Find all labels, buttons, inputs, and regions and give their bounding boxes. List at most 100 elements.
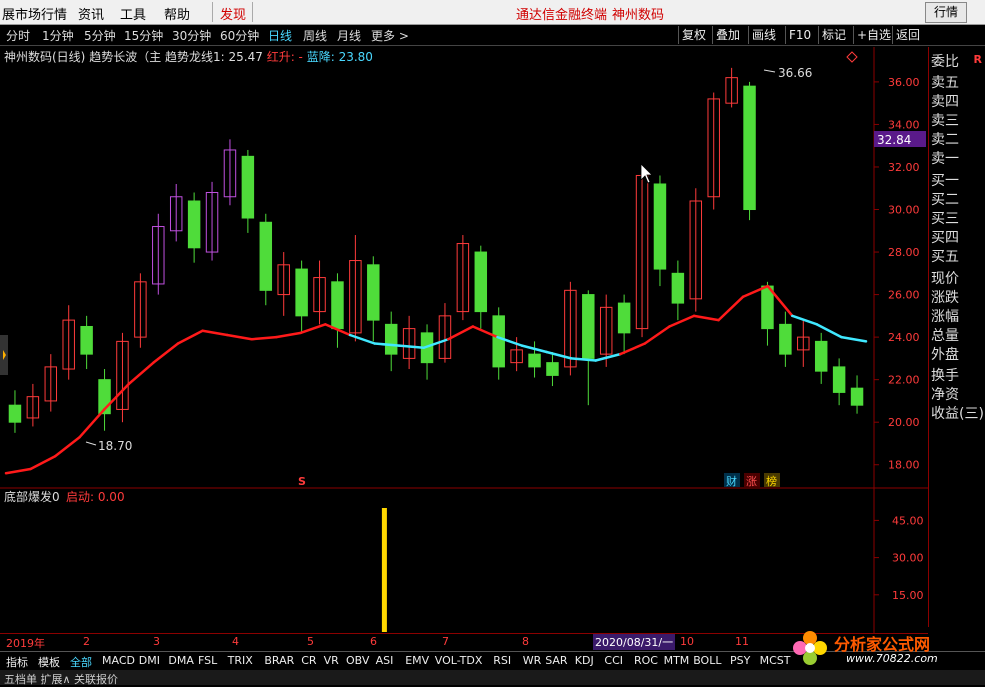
tab-obv[interactable]: OBV <box>346 654 369 667</box>
candle <box>743 81 756 221</box>
candle <box>169 183 183 242</box>
quote-item-bid4[interactable]: 买四 <box>931 227 959 247</box>
tab-asi[interactable]: ASI <box>376 654 394 667</box>
finance-badge[interactable]: 财 <box>726 474 737 488</box>
tab-指标[interactable]: 指标 <box>6 654 28 670</box>
low-annotation: 18.70 <box>98 439 132 453</box>
candle <box>277 252 290 316</box>
tab-brar[interactable]: BRAR <box>264 654 294 667</box>
candle <box>832 358 846 406</box>
tab-cci[interactable]: CCI <box>604 654 623 667</box>
rank-badge[interactable]: 榜 <box>766 474 777 488</box>
trend-segment <box>348 333 376 345</box>
date-label: 3 <box>153 635 160 648</box>
candle <box>116 332 129 423</box>
candle <box>779 311 792 367</box>
tab-wr[interactable]: WR <box>523 654 542 667</box>
y-tick-label: 26.00 <box>888 289 920 302</box>
current-price-tag: 32.84 <box>877 133 911 147</box>
lower-panel-title: 底部爆发0 <box>4 489 60 504</box>
quote-item-ask3[interactable]: 卖三 <box>931 110 959 130</box>
candle <box>653 175 667 287</box>
tab-cr[interactable]: CR <box>301 654 316 667</box>
tab-macd[interactable]: MACD <box>102 654 135 667</box>
candle <box>349 235 362 342</box>
quote-item-volume[interactable]: 总量 <box>931 325 959 345</box>
candle <box>331 273 344 348</box>
trend-segment <box>201 329 229 337</box>
y-tick-label: 18.00 <box>888 459 920 472</box>
candle <box>223 139 237 206</box>
trend-segment <box>4 467 32 475</box>
y-tick-label: 20.00 <box>888 416 920 429</box>
candle <box>546 352 559 387</box>
candle <box>44 354 58 412</box>
candle <box>187 192 201 263</box>
quote-item-ask4[interactable]: 卖四 <box>931 91 959 111</box>
date-label: 11 <box>735 635 749 648</box>
date-label: 5 <box>307 635 314 648</box>
tab-mtm[interactable]: MTM <box>664 654 690 667</box>
watermark: 分析家公式网 www.70822.com <box>790 628 980 668</box>
candle <box>420 324 434 380</box>
tab-sar[interactable]: SAR <box>545 654 567 667</box>
tab-mcst[interactable]: MCST <box>760 654 791 667</box>
quote-item-nav[interactable]: 净资 <box>931 384 959 404</box>
date-highlight: 2020/08/31/一 <box>593 634 676 650</box>
quote-item-price[interactable]: 现价 <box>931 268 959 288</box>
candle <box>438 303 452 363</box>
tab-fsl[interactable]: FSL <box>198 654 217 667</box>
quote-item-change[interactable]: 涨跌 <box>931 287 959 307</box>
quote-item-outer[interactable]: 外盘 <box>931 344 959 364</box>
tab-模板[interactable]: 模板 <box>38 654 60 670</box>
quote-item-ask1[interactable]: 卖一 <box>931 148 959 168</box>
candle <box>797 320 810 367</box>
tab-vol-tdx[interactable]: VOL-TDX <box>435 654 483 667</box>
quote-item-bid2[interactable]: 买二 <box>931 189 959 209</box>
quote-item-turnover[interactable]: 换手 <box>931 365 959 385</box>
trend-segment <box>127 361 155 386</box>
kline-chart[interactable]: 18.00 20.00 22.00 24.00 26.00 28.00 30.00 32.00… <box>0 0 985 685</box>
tab-全部[interactable]: 全部 <box>70 654 92 670</box>
candle <box>725 67 738 108</box>
tab-kdj[interactable]: KDJ <box>575 654 594 667</box>
candle <box>367 256 380 342</box>
tab-boll[interactable]: BOLL <box>693 654 721 667</box>
tab-dmi[interactable]: DMI <box>139 654 160 667</box>
candle <box>295 260 308 333</box>
candle <box>707 92 720 210</box>
tab-rsi[interactable]: RSI <box>493 654 511 667</box>
trend-segment <box>717 295 745 322</box>
y-tick-label: 34.00 <box>888 118 920 131</box>
quote-item-ask5[interactable]: 卖五 <box>931 72 959 92</box>
tab-vr[interactable]: VR <box>324 654 339 667</box>
candle <box>134 273 147 348</box>
trend-segment <box>152 342 180 364</box>
quote-item-change-pct[interactable]: 涨幅 <box>931 306 959 326</box>
quote-item-weibi[interactable]: 委比 <box>931 51 959 71</box>
trend-segment <box>545 350 573 360</box>
limit-up-badge[interactable]: 涨 <box>746 475 757 488</box>
tab-psy[interactable]: PSY <box>730 654 750 667</box>
candle <box>402 315 416 370</box>
candle <box>241 149 255 233</box>
lower-y-tick-label: 30.00 <box>892 552 924 565</box>
diamond-icon <box>846 51 858 63</box>
quote-item-eps[interactable]: 收益(三) <box>931 403 984 423</box>
y-tick-label: 24.00 <box>888 331 920 344</box>
candle <box>850 375 864 414</box>
tab-emv[interactable]: EMV <box>405 654 429 667</box>
quote-item-bid5[interactable]: 买五 <box>931 246 959 266</box>
tab-trix[interactable]: TRIX <box>228 654 253 667</box>
candle <box>313 260 326 325</box>
trend-segment <box>397 344 425 350</box>
candle <box>492 307 505 380</box>
quote-item-bid3[interactable]: 买三 <box>931 208 959 228</box>
quote-item-ask2[interactable]: 卖二 <box>931 129 959 149</box>
tab-roc[interactable]: ROC <box>634 654 658 667</box>
candle <box>98 369 111 431</box>
date-label: 2 <box>83 635 90 648</box>
quote-item-bid1[interactable]: 买一 <box>931 170 959 190</box>
candle <box>582 290 595 406</box>
tab-dma[interactable]: DMA <box>168 654 194 667</box>
